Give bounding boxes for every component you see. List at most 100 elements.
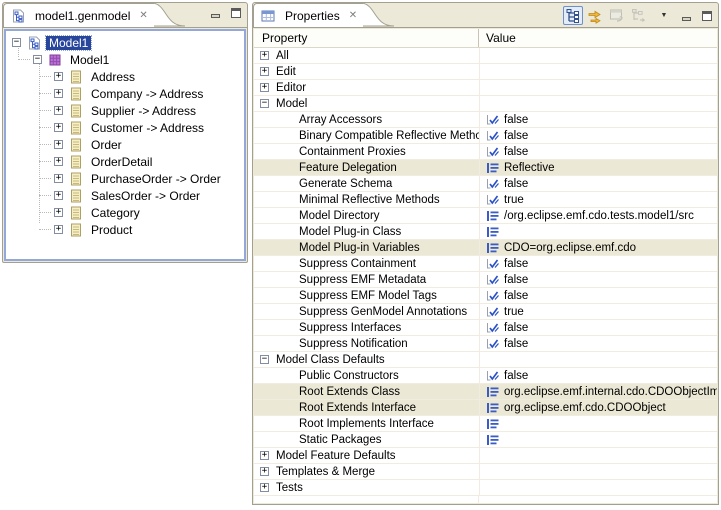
tree-item-salesorder-order[interactable]: + SalesOrder -> Order [6, 187, 244, 204]
tree-item-label[interactable]: OrderDetail [88, 155, 155, 169]
expand-plus-icon[interactable]: + [260, 51, 269, 60]
editor-tab[interactable]: model1.genmodel ✕ [3, 3, 154, 27]
property-name-cell[interactable]: Suppress EMF Model Tags [254, 288, 479, 303]
view-menu-button[interactable]: ▼ [654, 6, 674, 25]
collapse-minus-icon[interactable]: − [260, 99, 269, 108]
property-value-cell[interactable]: org.eclipse.emf.internal.cdo.CDOObjectIm… [479, 384, 717, 399]
property-value-cell[interactable]: false [479, 256, 717, 271]
tree-item-label[interactable]: Customer -> Address [88, 121, 207, 135]
property-row-suppress-emf-model-tags[interactable]: Suppress EMF Model Tagsfalse [254, 288, 717, 304]
tree-item-label[interactable]: Model1 [46, 36, 91, 50]
tree-item-customer-address[interactable]: +Customer -> Address [6, 119, 244, 136]
collapse-minus-icon[interactable]: − [33, 55, 42, 64]
property-name-cell[interactable]: Minimal Reflective Methods [254, 192, 479, 207]
property-row-templates-merge[interactable]: +Templates & Merge [254, 464, 717, 480]
tree-item-purchaseorder-order[interactable]: +PurchaseOrder -> Order [6, 170, 244, 187]
expand-plus-icon[interactable]: + [54, 106, 63, 115]
property-row-model-plug-in-class[interactable]: Model Plug-in Class [254, 224, 717, 240]
property-name-cell[interactable]: Binary Compatible Reflective Methods [254, 128, 479, 143]
property-name-cell[interactable]: +All [254, 48, 479, 63]
tree-item-product[interactable]: +Product [6, 221, 244, 238]
property-value-cell[interactable]: true [479, 192, 717, 207]
show-advanced-button[interactable] [585, 6, 605, 25]
properties-maximize-button[interactable] [699, 9, 714, 22]
property-row-root-implements-interface[interactable]: Root Implements Interface [254, 416, 717, 432]
tree-item-label[interactable]: PurchaseOrder -> Order [88, 172, 224, 186]
property-row-suppress-interfaces[interactable]: Suppress Interfacesfalse [254, 320, 717, 336]
property-row-tests[interactable]: +Tests [254, 480, 717, 496]
properties-tab[interactable]: Properties ✕ [253, 3, 363, 27]
expand-plus-icon[interactable]: + [54, 191, 63, 200]
property-value-cell[interactable]: org.eclipse.emf.cdo.CDOObject [479, 400, 717, 415]
editor-maximize-button[interactable] [228, 6, 243, 19]
property-value-cell[interactable]: false [479, 336, 717, 351]
property-name-cell[interactable]: Array Accessors [254, 112, 479, 127]
property-row-minimal-reflective-methods[interactable]: Minimal Reflective Methodstrue [254, 192, 717, 208]
editor-minimize-button[interactable] [208, 6, 223, 19]
property-value-cell[interactable] [479, 64, 717, 79]
property-value-cell[interactable] [479, 416, 717, 431]
tree-item-model1[interactable]: − Model1 [6, 34, 244, 51]
expand-plus-icon[interactable]: + [54, 157, 63, 166]
property-row-root-extends-class[interactable]: Root Extends Classorg.eclipse.emf.intern… [254, 384, 717, 400]
property-value-cell[interactable] [479, 80, 717, 95]
expand-plus-icon[interactable]: + [260, 451, 269, 460]
tree-item-category[interactable]: +Category [6, 204, 244, 221]
property-row-model[interactable]: −Model [254, 96, 717, 112]
property-value-cell[interactable]: CDO=org.eclipse.emf.cdo [479, 240, 717, 255]
property-value-cell[interactable]: false [479, 320, 717, 335]
property-name-cell[interactable]: Root Extends Interface [254, 400, 479, 415]
property-name-cell[interactable]: Public Constructors [254, 368, 479, 383]
property-row-array-accessors[interactable]: Array Accessorsfalse [254, 112, 717, 128]
collapse-minus-icon[interactable]: − [12, 38, 21, 47]
tree-item-order[interactable]: +Order [6, 136, 244, 153]
property-row-suppress-emf-metadata[interactable]: Suppress EMF Metadatafalse [254, 272, 717, 288]
property-row-editor[interactable]: +Editor [254, 80, 717, 96]
tree-item-model1[interactable]: − Model1 [6, 51, 244, 68]
properties-minimize-button[interactable] [679, 9, 694, 22]
property-value-cell[interactable]: false [479, 128, 717, 143]
property-row-all[interactable]: +All [254, 48, 717, 64]
property-name-cell[interactable]: Generate Schema [254, 176, 479, 191]
property-name-cell[interactable]: Static Packages [254, 432, 479, 447]
property-name-cell[interactable]: Suppress GenModel Annotations [254, 304, 479, 319]
property-name-cell[interactable]: +Templates & Merge [254, 464, 479, 479]
property-value-cell[interactable]: true [479, 304, 717, 319]
property-name-cell[interactable]: Suppress Notification [254, 336, 479, 351]
property-value-cell[interactable] [479, 464, 717, 479]
tree-item-address[interactable]: +Address [6, 68, 244, 85]
property-value-cell[interactable] [479, 352, 717, 367]
property-value-cell[interactable]: false [479, 112, 717, 127]
property-name-cell[interactable]: +Tests [254, 480, 479, 495]
property-row-feature-delegation[interactable]: Feature DelegationReflective [254, 160, 717, 176]
property-value-cell[interactable]: false [479, 368, 717, 383]
property-value-cell[interactable]: Reflective [479, 160, 717, 175]
column-header-property[interactable]: Property [254, 29, 479, 47]
property-name-cell[interactable]: Suppress Containment [254, 256, 479, 271]
property-name-cell[interactable]: +Editor [254, 80, 479, 95]
property-value-cell[interactable] [479, 48, 717, 63]
tree-item-label[interactable]: SalesOrder -> Order [88, 189, 203, 203]
tree-mode-button[interactable] [563, 6, 583, 25]
tree-item-orderdetail[interactable]: + OrderDetail [6, 153, 244, 170]
expand-plus-icon[interactable]: + [54, 225, 63, 234]
property-row-public-constructors[interactable]: Public Constructorsfalse [254, 368, 717, 384]
property-row-model-plug-in-variables[interactable]: Model Plug-in VariablesCDO=org.eclipse.e… [254, 240, 717, 256]
property-name-cell[interactable]: −Model [254, 96, 479, 111]
property-value-cell[interactable]: false [479, 272, 717, 287]
property-name-cell[interactable]: Feature Delegation [254, 160, 479, 175]
property-name-cell[interactable]: Suppress EMF Metadata [254, 272, 479, 287]
expand-plus-icon[interactable]: + [54, 208, 63, 217]
property-name-cell[interactable]: Model Plug-in Class [254, 224, 479, 239]
property-value-cell[interactable]: false [479, 144, 717, 159]
property-value-cell[interactable]: /org.eclipse.emf.cdo.tests.model1/src [479, 208, 717, 223]
property-row-suppress-containment[interactable]: Suppress Containmentfalse [254, 256, 717, 272]
property-name-cell[interactable]: +Edit [254, 64, 479, 79]
tree-item-company-address[interactable]: +Company -> Address [6, 85, 244, 102]
property-value-cell[interactable] [479, 432, 717, 447]
property-name-cell[interactable]: Containment Proxies [254, 144, 479, 159]
property-row-generate-schema[interactable]: Generate Schemafalse [254, 176, 717, 192]
collapse-minus-icon[interactable]: − [260, 355, 269, 364]
column-header-value[interactable]: Value [479, 31, 516, 45]
tree-item-label[interactable]: Model1 [67, 53, 112, 67]
